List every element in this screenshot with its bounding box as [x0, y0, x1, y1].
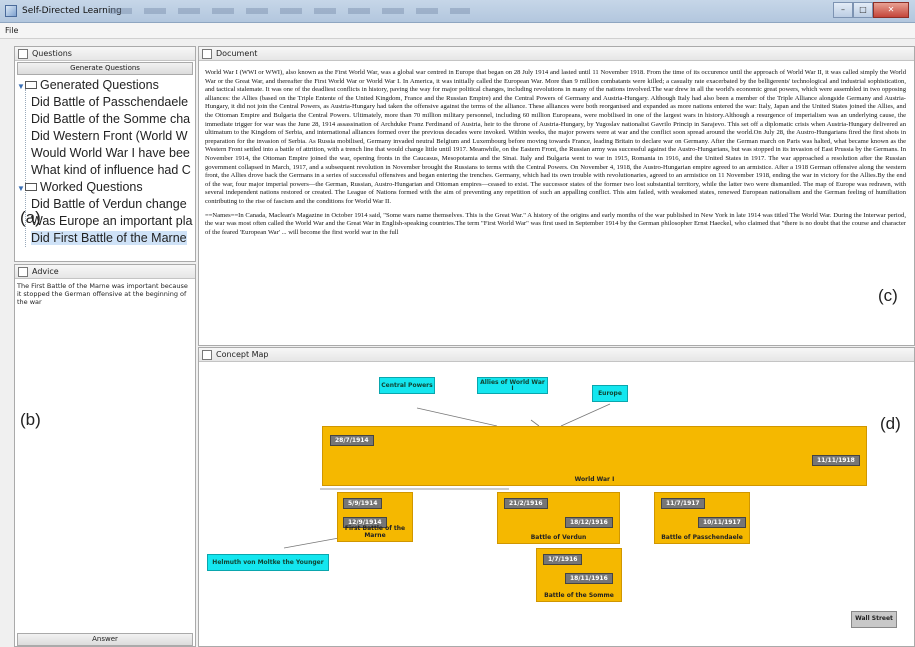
questions-panel-header: Questions [15, 47, 195, 61]
close-icon[interactable]: ✕ [873, 2, 909, 18]
advice-panel-header: Advice [15, 265, 195, 279]
title-bar-blurred-region [110, 8, 470, 14]
event-start-date: 1/7/1916 [543, 554, 583, 565]
title-bar: Self-Directed Learning – □ ✕ [0, 0, 915, 23]
tree-item[interactable]: Did Battle of Verdun change [31, 196, 193, 213]
tree-group-label: Worked Questions [40, 180, 143, 194]
tree-item-label: Was Europe an important pla [31, 214, 193, 228]
tree-item[interactable]: What kind of influence had C [31, 162, 193, 179]
tree-item[interactable]: Did Battle of Passchendaele [31, 94, 193, 111]
event-passchendaele[interactable]: 11/7/1917 10/11/1917 Battle of Passchend… [654, 492, 750, 544]
chevron-down-icon[interactable]: ▼ [17, 78, 25, 94]
event-end-date: 10/11/1917 [698, 517, 746, 528]
answer-button[interactable]: Answer [17, 633, 193, 646]
figure-label-d: (d) [880, 414, 901, 433]
figure-label-b: (b) [20, 410, 41, 429]
menu-bar: File [0, 23, 915, 39]
tree-group-generated[interactable]: ▼ Generated Questions [17, 77, 193, 94]
advice-panel-title: Advice [32, 267, 59, 276]
app-icon [5, 5, 17, 17]
link-line [560, 403, 611, 427]
menu-file[interactable]: File [5, 26, 18, 35]
document-paragraph: ==Names==In Canada, Maclean's Magazine i… [205, 211, 906, 236]
tree-item-label: Did First Battle of the Marne [31, 231, 187, 245]
event-label: World War I [574, 476, 615, 483]
figure-label-c: (c) [878, 286, 898, 305]
advice-text: The First Battle of the Marne was import… [17, 282, 188, 306]
document-paragraph: World War I (WWI or WWI), also known as … [205, 69, 906, 205]
tree-item-label: Did Battle of the Somme cha [31, 112, 191, 126]
node-central-powers[interactable]: Central Powers [379, 377, 435, 394]
maximize-icon[interactable]: □ [853, 2, 873, 18]
document-panel-checkbox[interactable] [202, 49, 212, 59]
event-end-date: 18/12/1916 [565, 517, 613, 528]
event-label: First Battle of the Marne [344, 525, 406, 539]
tree-item-label: Did Battle of Passchendaele [31, 95, 189, 109]
wall-street-node[interactable]: Wall Street [851, 611, 897, 628]
node-moltke[interactable]: Helmuth von Moltke the Younger [207, 554, 329, 571]
document-panel-title: Document [216, 49, 258, 58]
advice-panel: Advice The First Battle of the Marne was… [14, 264, 196, 647]
document-panel: Document World War I (WWI or WWI), also … [198, 46, 915, 346]
event-world-war-i[interactable]: 28/7/1914 11/11/1918 World War I [322, 426, 867, 486]
event-start-date: 5/9/1914 [343, 498, 383, 509]
event-start-date: 11/7/1917 [661, 498, 705, 509]
figure-label-a: (a) [20, 208, 41, 227]
generate-questions-button[interactable]: Generate Questions [17, 62, 193, 75]
link-line [283, 537, 340, 549]
node-allies[interactable]: Allies of World War I [477, 377, 548, 394]
tree-item-label: What kind of influence had C [31, 163, 191, 177]
tree-item-label: Would World War I have bee [31, 146, 190, 160]
link-line [416, 407, 498, 427]
window-title: Self-Directed Learning [22, 6, 122, 16]
event-label: Battle of the Somme [544, 592, 614, 599]
folder-icon [25, 183, 37, 191]
chevron-down-icon[interactable]: ▼ [17, 180, 25, 196]
event-start-date: 21/2/1916 [504, 498, 548, 509]
event-end-date: 18/11/1916 [565, 573, 613, 584]
event-label: Battle of Verdun [530, 534, 587, 541]
document-panel-header: Document [199, 47, 914, 61]
event-label: Battle of Passchendaele [661, 534, 743, 541]
window-controls: – □ ✕ [833, 2, 909, 18]
event-marne[interactable]: 5/9/1914 12/9/1914 First Battle of the M… [337, 492, 413, 542]
document-body[interactable]: World War I (WWI or WWI), also known as … [205, 69, 906, 343]
concept-map-panel: Concept Map Central Powers Allies of Wor… [198, 347, 915, 647]
tree-group-worked[interactable]: ▼ Worked Questions [17, 179, 193, 196]
tree-group-label: Generated Questions [40, 78, 159, 92]
event-verdun[interactable]: 21/2/1916 18/12/1916 Battle of Verdun [497, 492, 620, 544]
minimize-icon[interactable]: – [833, 2, 853, 18]
event-somme[interactable]: 1/7/1916 18/11/1916 Battle of the Somme [536, 548, 622, 602]
questions-tree: ▼ Generated Questions Did Battle of Passc… [17, 77, 193, 259]
node-europe[interactable]: Europe [592, 385, 628, 402]
questions-panel-checkbox[interactable] [18, 49, 28, 59]
tree-item[interactable]: Did Western Front (World W [31, 128, 193, 145]
tree-item-selected[interactable]: Did First Battle of the Marne [31, 230, 193, 247]
advice-panel-checkbox[interactable] [18, 267, 28, 277]
folder-icon [25, 81, 37, 89]
questions-panel-title: Questions [32, 49, 72, 58]
tree-item[interactable]: Would World War I have bee [31, 145, 193, 162]
tree-item[interactable]: Was Europe an important pla [31, 213, 193, 230]
event-end-date: 11/11/1918 [812, 455, 860, 466]
tree-item-label: Did Battle of Verdun change [31, 197, 187, 211]
event-start-date: 28/7/1914 [330, 435, 374, 446]
questions-panel: Questions Generate Questions ▼ Generated … [14, 46, 196, 262]
tree-item-label: Did Western Front (World W [31, 129, 188, 143]
tree-item[interactable]: Did Battle of the Somme cha [31, 111, 193, 128]
